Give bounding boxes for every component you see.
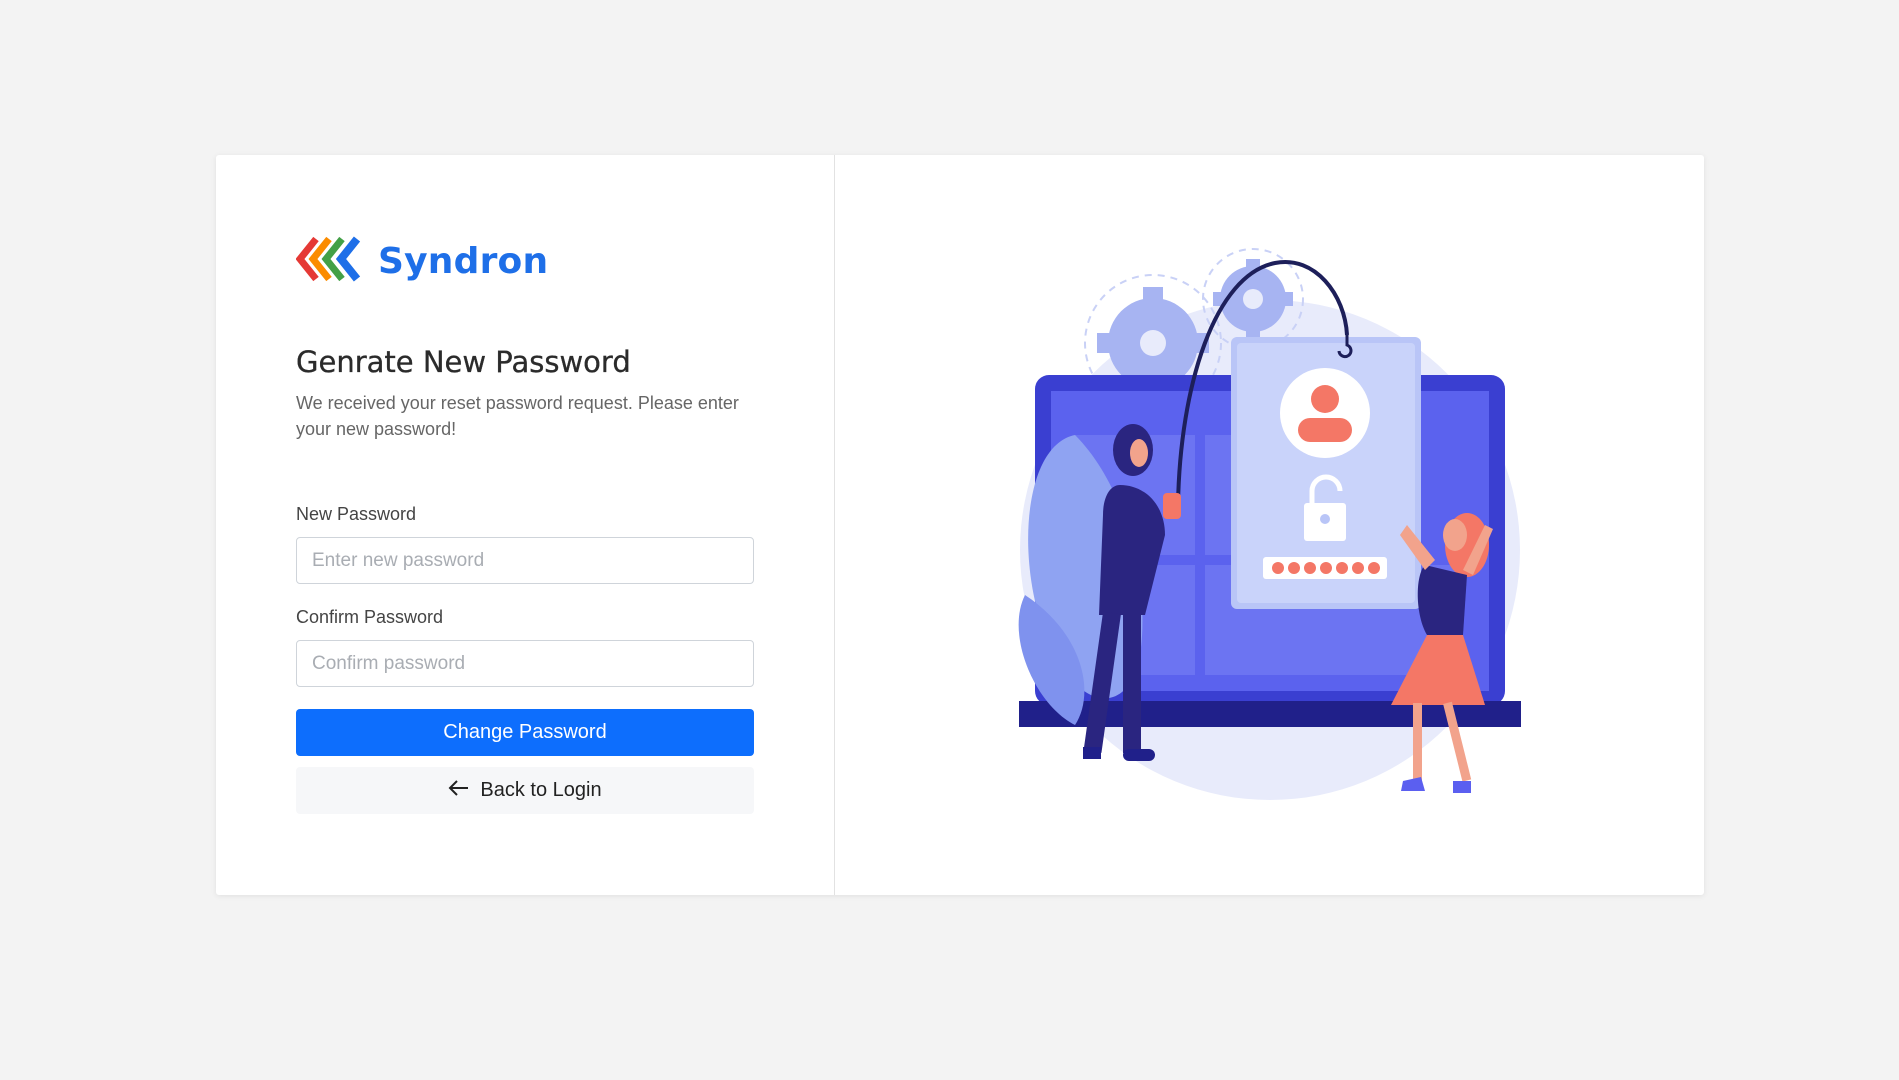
- new-password-label: New Password: [296, 504, 417, 524]
- back-to-login-label: Back to Login: [480, 779, 602, 801]
- confirm-password-label: Confirm Password: [296, 607, 444, 627]
- user-icon: [1311, 385, 1339, 413]
- password-phishing-illustration: [1018, 248, 1521, 800]
- profile-card: [1231, 337, 1421, 609]
- brand-name: Syndron: [378, 241, 549, 282]
- new-password-input[interactable]: [296, 537, 754, 584]
- reset-password-card: Syndron Genrate New Password We received…: [216, 155, 1704, 895]
- back-to-login-button[interactable]: Back to Login: [296, 767, 754, 814]
- confirm-password-input[interactable]: [296, 640, 754, 687]
- illustration-panel: [835, 155, 1704, 895]
- page-title: Genrate New Password: [296, 345, 631, 379]
- chevrons-logo-icon: [295, 235, 366, 288]
- page-subtitle: We received your reset password request.…: [296, 393, 739, 439]
- brand: Syndron: [295, 235, 549, 288]
- change-password-button[interactable]: Change Password: [296, 709, 754, 756]
- form-panel: Syndron Genrate New Password We received…: [216, 155, 835, 895]
- arrow-left-icon: [448, 779, 470, 803]
